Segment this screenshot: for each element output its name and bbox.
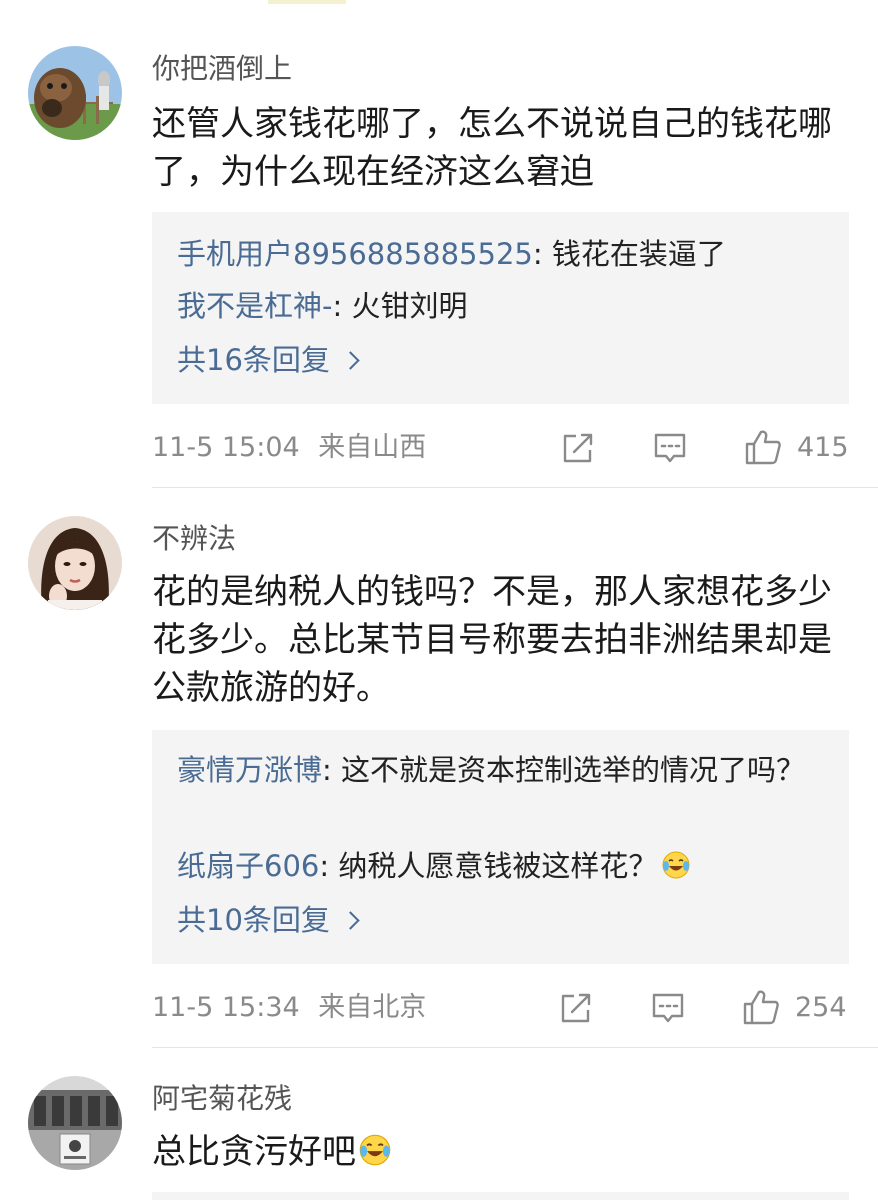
like-count: 254 xyxy=(795,992,847,1023)
reply-username[interactable]: 我不是杠神- xyxy=(177,289,332,323)
reply-item[interactable]: 手机用户8956885885525: 钱花在装逼了 xyxy=(177,234,837,274)
comment-text: 还管人家钱花哪了，怎么不说说自己的钱花哪了，为什么现在经济这么窘迫 xyxy=(152,104,832,192)
reply-box[interactable]: 豪情万涨博: 这不就是资本控制选举的情况了吗？ 纸扇子606: 纳税人愿意钱被这… xyxy=(152,730,849,964)
reply-username[interactable]: 手机用户8956885885525 xyxy=(177,237,533,271)
like-count: 415 xyxy=(797,432,849,463)
avatar[interactable] xyxy=(28,1076,122,1170)
reply-box[interactable]: 手机用户8956885885525: 钱花在装逼了 我不是杠神-: 火钳刘明 共… xyxy=(152,212,849,404)
reply-item[interactable]: 豪情万涨博: 这不就是资本控制选举的情况了吗？ xyxy=(177,750,837,790)
comment-icon[interactable] xyxy=(650,990,686,1026)
comment-meta: 11-5 15:34 来自北京 xyxy=(152,990,426,1026)
more-replies-label: 共16条回复 xyxy=(177,343,330,377)
top-accent-bar xyxy=(268,0,346,4)
comment-username[interactable]: 不辨法 xyxy=(152,521,236,557)
more-replies-label: 共10条回复 xyxy=(177,903,330,937)
reply-username[interactable]: 豪情万涨博 xyxy=(177,753,322,787)
chevron-right-icon xyxy=(341,351,360,370)
thumbs-up-icon[interactable] xyxy=(744,428,782,466)
comment-icon[interactable] xyxy=(652,430,688,466)
reply-item[interactable]: 我不是杠神-: 火钳刘明 xyxy=(177,286,837,326)
comment-location: 来自山西 xyxy=(318,432,427,463)
laugh-cry-emoji-icon xyxy=(662,851,690,879)
comment-text: 总比贪污好吧 xyxy=(152,1128,392,1176)
more-replies-link[interactable]: 共16条回复 xyxy=(177,340,360,380)
avatar[interactable] xyxy=(28,516,122,610)
reply-text: 这不就是资本控制选举的情况了吗？ xyxy=(341,753,806,787)
comment-meta: 11-5 15:04 来自山西 xyxy=(152,430,426,466)
comment-time: 11-5 15:34 xyxy=(152,992,300,1023)
chevron-right-icon xyxy=(341,911,360,930)
laugh-cry-emoji-icon xyxy=(359,1134,391,1166)
reply-text: 火钳刘明 xyxy=(351,289,468,323)
divider xyxy=(152,487,878,488)
thumbs-up-icon[interactable] xyxy=(742,988,780,1026)
comment-time: 11-5 15:04 xyxy=(152,432,300,463)
avatar[interactable] xyxy=(28,46,122,140)
more-replies-link[interactable]: 共10条回复 xyxy=(177,900,360,940)
comment-username[interactable]: 阿宅菊花残 xyxy=(152,1081,292,1117)
share-icon[interactable] xyxy=(560,430,596,466)
reply-box[interactable] xyxy=(152,1192,849,1200)
share-icon[interactable] xyxy=(558,990,594,1026)
reply-text: 纳税人愿意钱被这样花？ xyxy=(338,849,658,883)
comment-text: 花的是纳税人的钱吗？不是，那人家想花多少花多少。总比某节目号称要去拍非洲结果却是… xyxy=(152,572,832,708)
divider xyxy=(152,1047,878,1048)
comment-location: 来自北京 xyxy=(318,992,427,1023)
reply-item[interactable]: 纸扇子606: 纳税人愿意钱被这样花？ xyxy=(177,846,837,886)
reply-username[interactable]: 纸扇子606 xyxy=(177,849,319,883)
reply-text: 钱花在装逼了 xyxy=(551,237,726,271)
comment-username[interactable]: 你把酒倒上 xyxy=(152,51,292,87)
comment-text-content: 总比贪污好吧 xyxy=(152,1132,356,1172)
